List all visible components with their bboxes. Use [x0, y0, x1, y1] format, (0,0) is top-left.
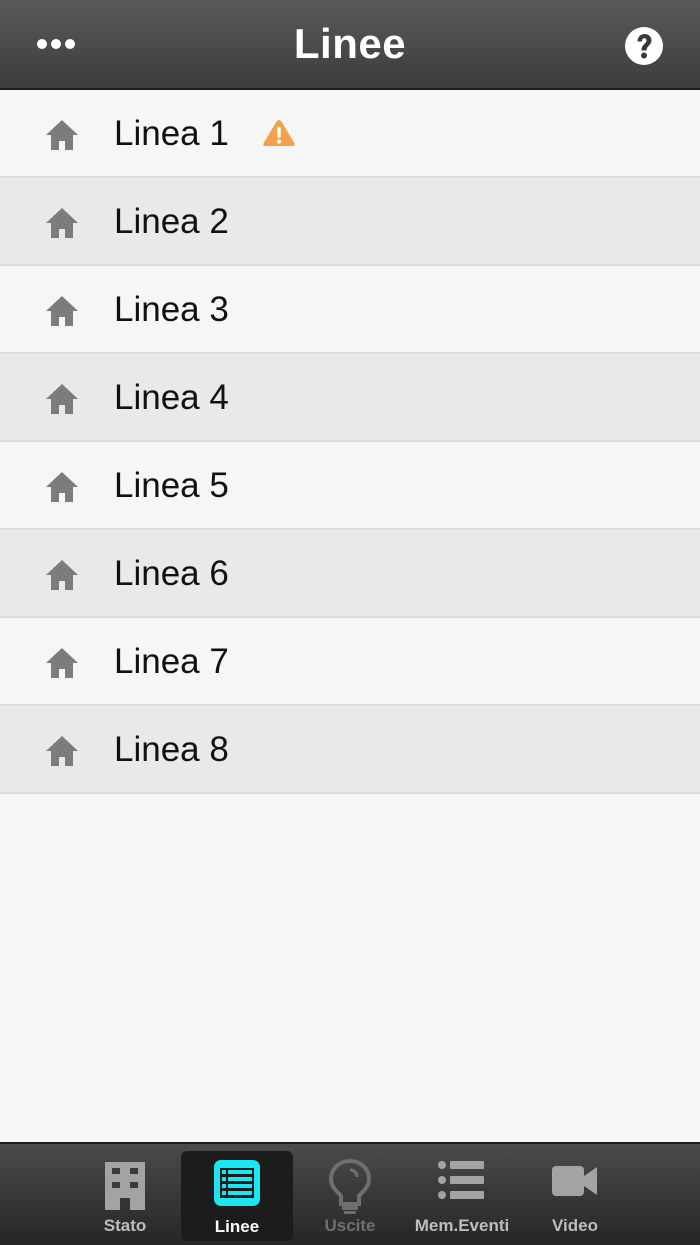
- list-item-linea-2[interactable]: Linea 2: [0, 178, 700, 266]
- list-item-label: Linea 6: [114, 554, 229, 593]
- lightbulb-icon: [328, 1158, 372, 1214]
- list-item-label: Linea 8: [114, 730, 229, 769]
- list-item-label: Linea 3: [114, 290, 229, 329]
- list-item-linea-4[interactable]: Linea 4: [0, 354, 700, 442]
- list-item-label: Linea 4: [114, 378, 229, 417]
- page-title: Linee: [293, 20, 407, 67]
- home-icon: [46, 472, 78, 502]
- list-item-linea-5[interactable]: Linea 5: [0, 442, 700, 530]
- help-icon: [625, 27, 663, 65]
- list-item-linea-7[interactable]: Linea 7: [0, 618, 700, 706]
- list-item-linea-3[interactable]: Linea 3: [0, 266, 700, 354]
- home-icon: [46, 208, 78, 238]
- tab-stato[interactable]: Stato: [70, 1144, 180, 1245]
- tab-label: Stato: [103, 1216, 147, 1235]
- help-button[interactable]: [620, 22, 668, 70]
- event-list-icon: [438, 1161, 484, 1199]
- home-icon: [46, 120, 78, 150]
- list-item-label: Linea 7: [114, 642, 229, 681]
- list-item-linea-6[interactable]: Linea 6: [0, 530, 700, 618]
- list-item-label: Linea 5: [114, 466, 229, 505]
- tab-label: Mem.Eventi: [414, 1216, 510, 1235]
- home-icon: [46, 648, 78, 678]
- tab-label: Uscite: [324, 1216, 376, 1235]
- home-icon: [46, 736, 78, 766]
- tab-label: Video: [552, 1216, 598, 1235]
- bottom-tab-bar: Stato Linee Uscite Mem.Eventi Video: [0, 1142, 700, 1245]
- tab-mem-eventi[interactable]: Mem.Eventi: [406, 1144, 518, 1245]
- list-item-linea-8[interactable]: Linea 8: [0, 706, 700, 794]
- home-icon: [46, 384, 78, 414]
- tab-linee[interactable]: Linee: [181, 1151, 293, 1241]
- video-camera-icon: [552, 1166, 597, 1196]
- building-icon: [105, 1162, 145, 1210]
- header-bar: Linee: [0, 0, 700, 90]
- warning-icon: [263, 120, 295, 146]
- home-icon: [46, 560, 78, 590]
- tab-uscite[interactable]: Uscite: [296, 1144, 404, 1245]
- list-icon: [214, 1160, 260, 1206]
- tab-label: Linee: [214, 1217, 260, 1236]
- tab-video[interactable]: Video: [520, 1144, 630, 1245]
- list-item-linea-1[interactable]: Linea 1: [0, 90, 700, 178]
- home-icon: [46, 296, 78, 326]
- list-item-label: Linea 2: [114, 202, 229, 241]
- list-item-label: Linea 1: [114, 114, 229, 153]
- lines-list: Linea 1 Linea 2 Linea 3 Linea 4 Linea 5 …: [0, 90, 700, 794]
